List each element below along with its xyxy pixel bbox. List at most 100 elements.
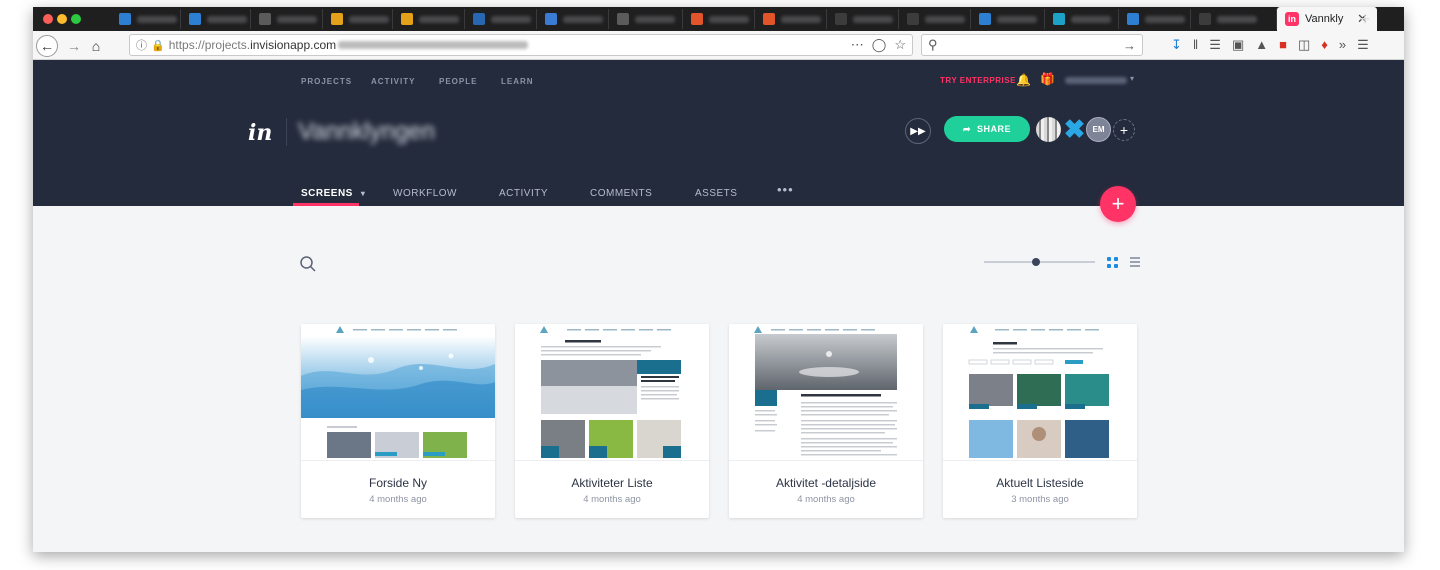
zoom-slider-handle[interactable]: [1032, 258, 1040, 266]
browser-tab[interactable]: [827, 9, 899, 29]
tab-favicon-icon: [545, 13, 557, 25]
screen-card[interactable]: Forside Ny 4 months ago: [301, 324, 495, 518]
overflow-chevron-icon[interactable]: »: [1339, 37, 1346, 53]
extension-n-icon[interactable]: ▣: [1232, 37, 1244, 53]
tab-screens[interactable]: SCREENS ▾: [301, 188, 365, 199]
screen-thumbnail: [943, 324, 1137, 461]
bookmark-star-icon[interactable]: ☆: [894, 37, 906, 53]
invision-logo[interactable]: in: [248, 120, 272, 146]
browser-tab[interactable]: [393, 9, 465, 29]
tab-strip: in Vannkly ✕ +: [33, 7, 1404, 31]
app-header: PROJECTS ACTIVITY PEOPLE LEARN TRY ENTER…: [33, 60, 1404, 206]
close-window-button[interactable]: [43, 14, 53, 24]
add-screen-button[interactable]: +: [1100, 186, 1136, 222]
library-icon[interactable]: ‖: [1193, 37, 1198, 53]
browser-tab[interactable]: [683, 9, 755, 29]
url-path-redacted: [338, 41, 529, 49]
tab-favicon-icon: [763, 13, 775, 25]
tab-favicon-icon: [119, 13, 131, 25]
address-bar[interactable]: ⓘ 🔒 https://projects. invisionapp.com ⋯ ◯…: [129, 34, 913, 56]
share-arrow-icon: ➦: [962, 123, 972, 134]
avatar[interactable]: [1036, 117, 1061, 142]
browser-search-input[interactable]: ⚲ →: [921, 34, 1143, 56]
browser-tab[interactable]: [609, 9, 683, 29]
nav-activity[interactable]: ACTIVITY: [371, 77, 415, 86]
tab-favicon-icon: [401, 13, 413, 25]
divider: [286, 118, 287, 146]
arrow-left-icon: ←: [40, 38, 54, 54]
browser-tab[interactable]: [1119, 9, 1191, 29]
tab-workflow[interactable]: WORKFLOW: [393, 188, 457, 199]
browser-tab[interactable]: [251, 9, 323, 29]
tab-favicon-icon: [979, 13, 991, 25]
sidebar-icon[interactable]: ◫: [1298, 37, 1310, 53]
nav-people[interactable]: PEOPLE: [439, 77, 477, 86]
tab-comments[interactable]: COMMENTS: [590, 188, 652, 199]
tab-favicon-icon: [1053, 13, 1065, 25]
try-enterprise-link[interactable]: TRY ENTERPRISE: [940, 76, 1016, 85]
preview-play-button[interactable]: ▶▶: [905, 118, 931, 144]
add-collaborator-button[interactable]: +: [1113, 119, 1135, 141]
tab-favicon-icon: [1199, 13, 1211, 25]
share-button[interactable]: ➦ SHARE: [944, 116, 1030, 142]
browser-tab[interactable]: [971, 9, 1045, 29]
nav-projects[interactable]: PROJECTS: [301, 77, 352, 86]
arrow-right-icon: →: [67, 38, 81, 54]
browser-tab[interactable]: [899, 9, 971, 29]
browser-tab[interactable]: [181, 9, 251, 29]
browser-tab[interactable]: [755, 9, 827, 29]
page-actions-icon[interactable]: ⋯: [851, 37, 864, 53]
grid-view-icon[interactable]: [1107, 257, 1118, 268]
chevron-down-icon: ▾: [360, 189, 366, 198]
url-prefix: https://projects.: [168, 38, 251, 52]
extensions-bar: ↧ ‖ ☰ ▣ ▲ ■ ◫ ♦ » ☰: [1171, 37, 1369, 53]
user-menu-redacted[interactable]: [1065, 77, 1127, 84]
hamburger-menu-icon[interactable]: ☰: [1357, 37, 1369, 53]
browser-tab[interactable]: [537, 9, 609, 29]
browser-tab[interactable]: [465, 9, 537, 29]
extension-badge-icon[interactable]: ■: [1279, 37, 1287, 53]
search-go-icon[interactable]: →: [1123, 38, 1136, 53]
share-label: SHARE: [977, 124, 1012, 134]
avatar-initials[interactable]: EM: [1086, 117, 1111, 142]
avatar[interactable]: ✖: [1062, 116, 1087, 142]
browser-tab[interactable]: [1191, 9, 1277, 29]
new-tab-button[interactable]: +: [1355, 9, 1375, 29]
chevron-down-icon[interactable]: ▾: [1130, 74, 1134, 83]
minimize-window-button[interactable]: [57, 14, 67, 24]
extension-shield-icon[interactable]: ▲: [1255, 37, 1268, 53]
screen-card[interactable]: Aktiviteter Liste 4 months ago: [515, 324, 709, 518]
pdf-icon[interactable]: ♦: [1321, 37, 1328, 53]
bell-icon[interactable]: 🔔: [1016, 73, 1031, 87]
gift-icon[interactable]: 🎁: [1040, 72, 1055, 86]
browser-tab[interactable]: [323, 9, 393, 29]
screen-card[interactable]: Aktuelt Listeside 3 months ago: [943, 324, 1137, 518]
back-button[interactable]: ←: [36, 35, 58, 57]
tab-favicon-icon: [617, 13, 629, 25]
tab-favicon-icon: [331, 13, 343, 25]
download-icon[interactable]: ↧: [1171, 37, 1182, 53]
browser-tab[interactable]: [1045, 9, 1119, 29]
tab-favicon-icon: [907, 13, 919, 25]
tab-activity[interactable]: ACTIVITY: [499, 188, 548, 199]
layers-icon[interactable]: ☰: [1209, 37, 1221, 53]
screen-card[interactable]: Aktivitet -detaljside 4 months ago: [729, 324, 923, 518]
screen-thumbnail: [301, 324, 495, 461]
zoom-window-button[interactable]: [71, 14, 81, 24]
tab-favicon-icon: [189, 13, 201, 25]
browser-tab[interactable]: [111, 9, 181, 29]
pocket-icon[interactable]: ◯: [872, 37, 887, 53]
invision-favicon-icon: in: [1285, 12, 1299, 26]
screen-date: 4 months ago: [797, 494, 855, 505]
more-tabs-button[interactable]: •••: [777, 182, 794, 197]
screen-date: 4 months ago: [369, 494, 427, 505]
tab-assets[interactable]: ASSETS: [695, 188, 737, 199]
tab-favicon-icon: [259, 13, 271, 25]
home-button[interactable]: ⌂: [85, 35, 107, 57]
nav-learn[interactable]: LEARN: [501, 77, 534, 86]
forward-button[interactable]: →: [63, 35, 85, 57]
tab-screens-label: SCREENS: [301, 188, 353, 199]
browser-window: in Vannkly ✕ + ← → ⌂ ⓘ 🔒 https://project…: [33, 7, 1404, 552]
list-view-icon[interactable]: [1130, 257, 1140, 269]
search-icon[interactable]: [299, 255, 317, 273]
